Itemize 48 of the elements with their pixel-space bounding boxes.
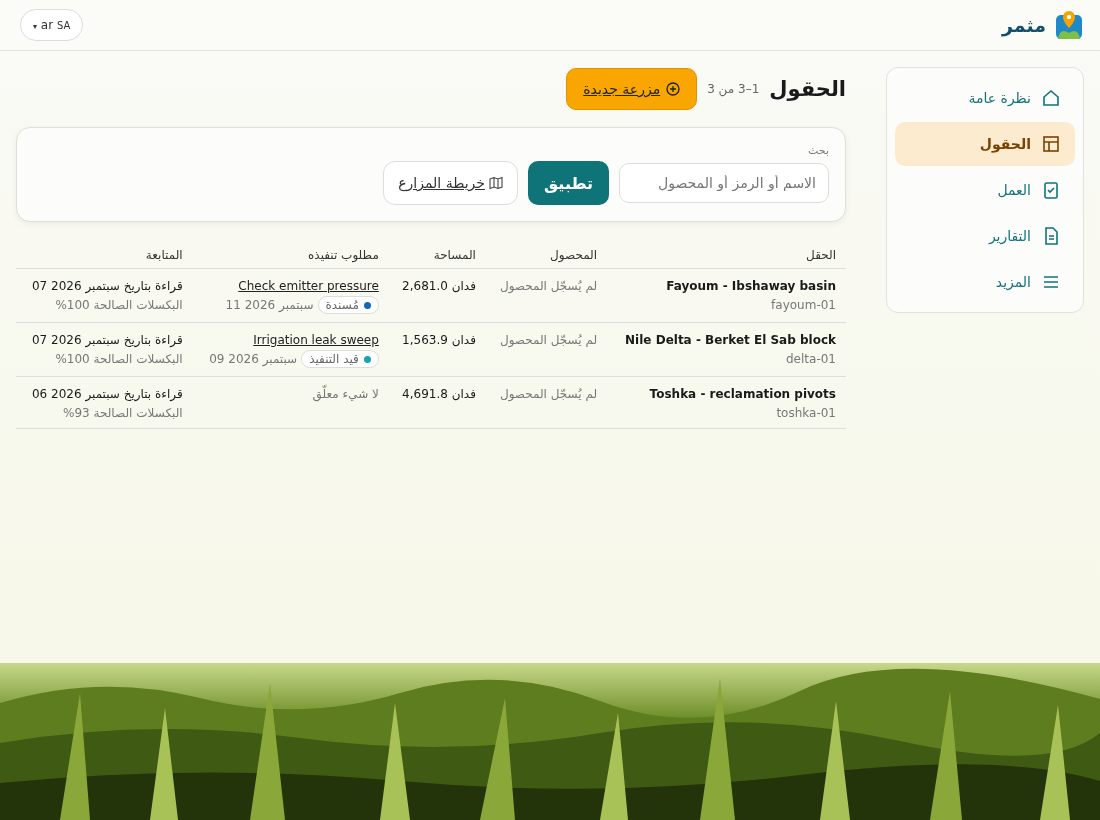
crop-cell: لم يُسجّل المحصول [499,333,598,347]
sidebar-item[interactable]: الحقول [895,122,1075,166]
area-cell: فدان 2,681.0 [402,279,476,293]
column-header: الحقل [607,242,846,269]
valid-pixels: البكسلات الصالحة 93% [62,406,183,420]
task-link[interactable]: Check emitter pressure [238,279,379,293]
home-icon [1041,88,1061,108]
status-badge: قيد التنفيذ [301,350,379,368]
column-header: مطلوب تنفيذه [192,242,389,269]
field-code: delta-01 [785,352,836,366]
reading-date: قراءة بتاريخ سبتمبر 2026 07 [30,279,183,293]
column-header: المتابعة [16,242,193,269]
field-code: toshka-01 [775,406,836,420]
sidebar-item[interactable]: التقارير [895,214,1075,258]
clipboard-check-icon [1041,180,1061,200]
language-selector[interactable]: ▾ ar SA [20,9,84,41]
farm-map-button[interactable]: خريطة المزارع [383,161,518,205]
due-date: سبتمبر 2026 09 [209,352,298,366]
field-name: Fayoum - Ibshaway basin [665,279,836,293]
map-icon [488,176,503,190]
task-link[interactable]: Irrigation leak sweep [253,333,379,347]
plus-circle-icon [666,82,681,96]
field-name: Toshka - reclamation pivots [648,387,836,401]
result-count: 1–3 من 3 [707,82,760,96]
column-header: المساحة [388,242,486,269]
crop-cell: لم يُسجّل المحصول [499,387,598,401]
reading-date: قراءة بتاريخ سبتمبر 2026 06 [30,387,183,401]
reading-date: قراءة بتاريخ سبتمبر 2026 07 [30,333,183,347]
logo-icon [1054,9,1084,41]
sidebar-item[interactable]: العمل [895,168,1075,212]
due-date: سبتمبر 2026 11 [225,298,314,312]
status-badge: مُسندة [317,296,379,314]
page-title: الحقول [769,77,846,101]
valid-pixels: البكسلات الصالحة 100% [54,298,183,312]
new-farm-button[interactable]: مزرعة جديدة [566,68,698,110]
field-code: fayoum-01 [770,298,836,312]
search-label: بحث [807,144,829,157]
brand-name: مثمر [1001,14,1046,36]
field-name: Nile Delta - Berket El Sab block [624,333,836,347]
sidebar-item[interactable]: نظرة عامة [895,76,1075,120]
valid-pixels: البكسلات الصالحة 100% [54,352,183,366]
area-cell: فدان 4,691.8 [402,387,476,401]
crop-cell: لم يُسجّل المحصول [499,279,598,293]
sidebar-item[interactable]: المزيد [895,260,1075,304]
apply-button[interactable]: تطبيق [527,161,609,205]
area-cell: فدان 1,563.9 [402,333,476,347]
table-icon [1041,134,1061,154]
column-header: المحصول [485,242,608,269]
